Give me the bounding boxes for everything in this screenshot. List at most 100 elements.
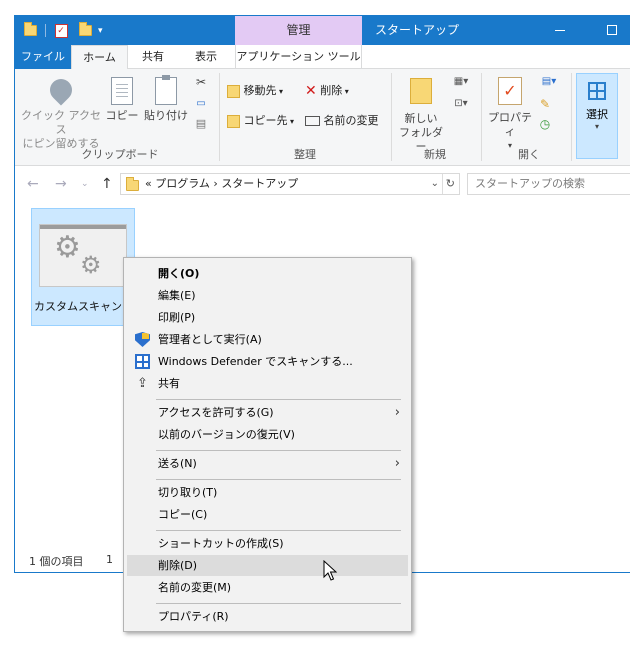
minimize-icon[interactable] xyxy=(555,30,565,31)
new-group-label: 新規 xyxy=(424,148,446,161)
copy-to-button[interactable]: コピー先 ▾ xyxy=(227,111,294,131)
pin-quick-access-button[interactable]: クイック アクセス にピン留めする xyxy=(21,74,101,151)
tab-application-tools[interactable]: アプリケーション ツール xyxy=(235,45,362,69)
menu-item-rename[interactable]: 名前の変更(M) xyxy=(127,577,408,598)
submenu-arrow-icon: › xyxy=(394,405,400,420)
history-icon[interactable]: ◷ xyxy=(537,117,553,131)
move-to-icon xyxy=(227,84,240,98)
copy-to-icon xyxy=(227,114,240,128)
open-group-label: 開く xyxy=(518,148,540,161)
recent-chevron-icon[interactable]: ⌄ xyxy=(81,179,89,189)
delete-label: 削除 xyxy=(320,84,343,97)
copy-to-label: コピー先 xyxy=(243,114,288,127)
move-to-label: 移動先 xyxy=(243,84,277,97)
new-folder-button[interactable]: 新しい フォルダー xyxy=(397,75,445,154)
tab-manage[interactable]: 管理 xyxy=(235,16,362,45)
menu-separator xyxy=(156,450,401,451)
organize-group-label: 整理 xyxy=(294,148,316,161)
easy-access-icon[interactable]: ⊡▾ xyxy=(451,97,471,111)
menu-item-print[interactable]: 印刷(P) xyxy=(127,307,408,328)
new-folder-label: 新しい xyxy=(404,112,438,125)
group-separator xyxy=(481,73,482,161)
search-input[interactable]: スタートアップの検索 xyxy=(467,173,630,195)
delete-button[interactable]: ✕ 削除 ▾ xyxy=(305,81,349,101)
status-item-count: 1 個の項目 xyxy=(29,555,84,568)
menu-item-defender-scan[interactable]: Windows Defender でスキャンする... xyxy=(127,351,408,372)
menu-item-copy[interactable]: コピー(C) xyxy=(127,504,408,525)
rename-icon xyxy=(305,116,320,126)
copy-path-icon[interactable]: ▭ xyxy=(193,97,209,111)
paste-button[interactable]: 貼り付け xyxy=(143,75,189,123)
select-grid-icon xyxy=(588,82,606,100)
file-item[interactable]: ⚙ ⚙ カスタムスキャン.ba xyxy=(31,208,139,326)
properties-icon: ✓ xyxy=(498,77,522,105)
pin-quick-access-label: クイック アクセス xyxy=(21,109,101,136)
back-arrow-icon[interactable]: ← xyxy=(27,176,39,192)
context-menu: 開く(O) 編集(E) 印刷(P) 管理者として実行(A) Windows De… xyxy=(123,257,412,632)
menu-item-open[interactable]: 開く(O) xyxy=(127,263,408,284)
rename-label: 名前の変更 xyxy=(323,114,379,127)
tab-file[interactable]: ファイル xyxy=(15,45,71,69)
menu-item-properties[interactable]: プロパティ(R) xyxy=(127,606,408,627)
share-icon: ⇪ xyxy=(137,376,148,391)
mouse-pointer-icon xyxy=(323,560,337,581)
breadcrumb-startup[interactable]: スタートアップ xyxy=(221,177,298,190)
select-chevron-icon: ▾ xyxy=(594,122,599,131)
menu-item-run-as-admin[interactable]: 管理者として実行(A) xyxy=(127,329,408,350)
properties-check-icon[interactable]: ✓ xyxy=(52,22,70,40)
maximize-icon[interactable] xyxy=(607,25,617,35)
open-icon[interactable]: ▤▾ xyxy=(537,75,561,89)
folder-icon[interactable] xyxy=(21,22,39,40)
new-folder-icon[interactable] xyxy=(76,22,94,40)
menu-item-share[interactable]: ⇪ 共有 xyxy=(127,373,408,394)
breadcrumb: « プログラム › スタートアップ xyxy=(145,174,298,194)
clipboard-group-label: クリップボード xyxy=(81,148,159,161)
menu-item-send-to[interactable]: 送る(N) › xyxy=(127,453,408,474)
menu-item-give-access[interactable]: アクセスを許可する(G) › xyxy=(127,402,408,423)
cut-icon[interactable]: ✂ xyxy=(193,75,209,89)
pin-icon xyxy=(45,74,77,106)
menu-item-edit[interactable]: 編集(E) xyxy=(127,285,408,306)
new-item-icon[interactable]: ▦▾ xyxy=(451,75,471,89)
status-selected-count: 1 xyxy=(106,553,113,566)
address-bar[interactable]: « プログラム › スタートアップ ⌄ ↻ xyxy=(120,173,460,195)
gear-icon: ⚙ xyxy=(80,251,102,279)
forward-arrow-icon[interactable]: → xyxy=(55,176,67,192)
qat-dropdown-icon[interactable]: ▾ xyxy=(98,26,103,36)
select-button[interactable]: 選択 ▾ xyxy=(576,73,618,159)
gear-icon: ⚙ xyxy=(54,230,81,265)
ribbon: クイック アクセス にピン留めする コピー 貼り付け ✂ ▭ ▤ クリップボード… xyxy=(15,69,630,166)
menu-item-run-as-admin-label: 管理者として実行(A) xyxy=(158,333,262,346)
refresh-icon[interactable]: ↻ xyxy=(441,174,455,194)
properties-button[interactable]: ✓ プロパティ ▾ xyxy=(485,75,535,153)
tab-home[interactable]: ホーム xyxy=(71,45,128,70)
menu-separator xyxy=(156,530,401,531)
submenu-arrow-icon: › xyxy=(394,456,400,471)
menu-item-send-to-label: 送る(N) xyxy=(158,457,197,470)
address-dropdown-icon[interactable]: ⌄ xyxy=(431,174,439,194)
paste-shortcut-icon[interactable]: ▤ xyxy=(193,117,209,131)
breadcrumb-overflow[interactable]: « xyxy=(145,177,152,190)
properties-label: プロパティ xyxy=(488,111,532,138)
up-arrow-icon[interactable]: ↑ xyxy=(101,176,113,192)
tab-share[interactable]: 共有 xyxy=(133,45,173,69)
move-to-button[interactable]: 移動先 ▾ xyxy=(227,81,283,101)
breadcrumb-programs[interactable]: プログラム xyxy=(155,177,210,190)
paste-label: 貼り付け xyxy=(144,109,188,122)
new-folder-icon xyxy=(410,78,432,104)
copy-button[interactable]: コピー xyxy=(105,75,139,123)
window-title: スタートアップ xyxy=(375,23,460,37)
menu-item-cut[interactable]: 切り取り(T) xyxy=(127,482,408,503)
group-separator xyxy=(571,73,572,161)
edit-icon[interactable]: ✎ xyxy=(537,97,553,111)
select-label: 選択 xyxy=(586,108,608,121)
batch-file-thumbnail: ⚙ ⚙ xyxy=(39,224,127,287)
rename-button[interactable]: 名前の変更 xyxy=(305,111,379,131)
menu-item-create-shortcut[interactable]: ショートカットの作成(S) xyxy=(127,533,408,554)
menu-item-restore-versions[interactable]: 以前のバージョンの復元(V) xyxy=(127,424,408,445)
menu-separator xyxy=(156,479,401,480)
menu-separator xyxy=(156,603,401,604)
tab-view[interactable]: 表示 xyxy=(185,45,227,69)
copy-icon xyxy=(111,77,133,105)
menu-item-delete[interactable]: 削除(D) xyxy=(127,555,408,576)
